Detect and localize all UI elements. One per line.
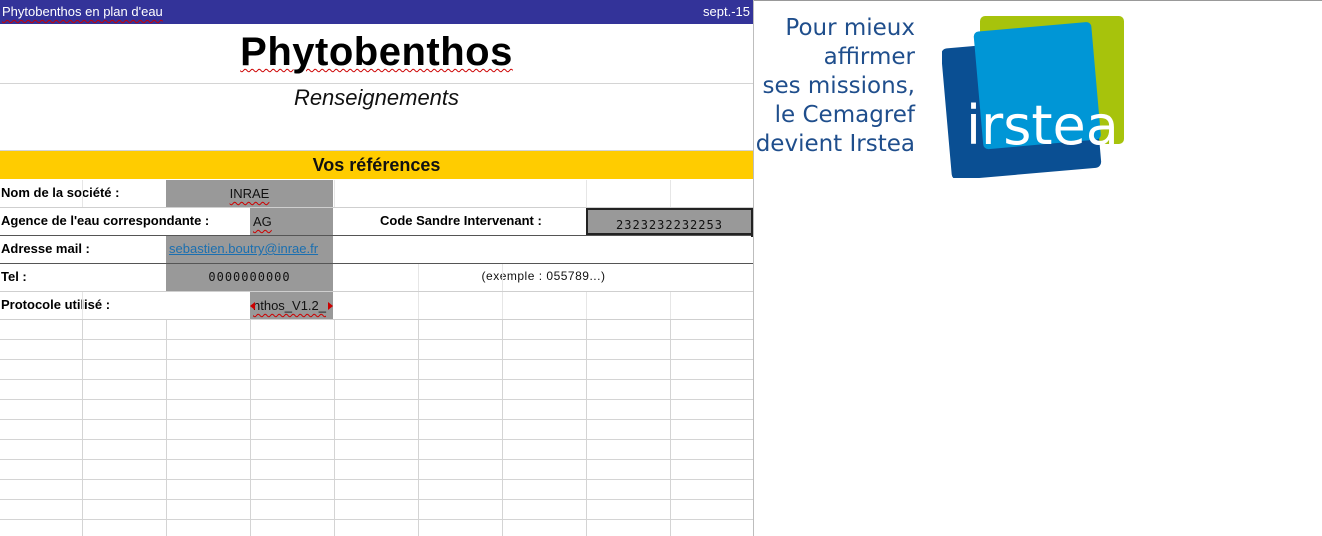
grid-col-line [502, 264, 503, 291]
overflow-left-icon [250, 302, 255, 310]
page-title[interactable]: Phytobenthos [0, 30, 753, 75]
grid-col-line [250, 320, 251, 536]
spreadsheet: Phytobenthos en plan d'eau sept.-15 Phyt… [0, 0, 754, 536]
grid-row-line [0, 419, 753, 420]
company-label: Nom de la société : [1, 185, 120, 200]
grid-col-line [82, 320, 83, 536]
grid-col-line [670, 292, 671, 319]
grid-col-line [418, 292, 419, 319]
grid-col-line [334, 320, 335, 536]
grid-col-line [586, 320, 587, 536]
sheet-header-title[interactable]: Phytobenthos en plan d'eau [2, 0, 163, 24]
slogan-line: Pour mieux [785, 15, 915, 41]
overflow-right-icon [328, 302, 333, 310]
grid-row-line [0, 339, 753, 340]
grid-col-line [502, 292, 503, 319]
grid-col-line [586, 180, 587, 207]
company-cell[interactable]: INRAE [166, 180, 333, 207]
irstea-logo: irstea [942, 16, 1124, 178]
sandre-label: Code Sandre Intervenant : [380, 213, 542, 228]
sheet-header-bar: Phytobenthos en plan d'eau sept.-15 [0, 0, 753, 24]
row-divider [0, 319, 753, 320]
email-cell[interactable]: sebastien.boutry@inrae.fr [166, 236, 333, 263]
row-divider [0, 235, 753, 236]
row-divider [0, 263, 753, 264]
slogan: Pour mieux affirmer ses missions, le Cem… [756, 14, 915, 159]
agency-cell[interactable]: AG [250, 208, 333, 235]
email-label: Adresse mail : [1, 241, 90, 256]
grid-col-line [82, 292, 83, 319]
grid-col-line [418, 264, 419, 291]
grid-row-line [0, 519, 753, 520]
grid-row-line [0, 379, 753, 380]
grid-row-line [0, 479, 753, 480]
tel-label: Tel : [1, 269, 27, 284]
grid-col-line [586, 292, 587, 319]
top-border-line [754, 0, 1322, 1]
grid-row-line [0, 459, 753, 460]
sandre-cell[interactable]: 2323232232253 [586, 208, 753, 235]
sheet-edge [753, 0, 754, 536]
agency-value: AG [253, 214, 272, 229]
grid-col-line [670, 320, 671, 536]
grid-row-line [0, 399, 753, 400]
company-value: INRAE [229, 186, 270, 201]
grid-col-line [502, 320, 503, 536]
tel-cell[interactable]: 0000000000 [166, 264, 333, 291]
grid-row-line [0, 359, 753, 360]
grid-col-line [166, 320, 167, 536]
grid-col-line [670, 180, 671, 207]
grid-col-line [418, 320, 419, 536]
row-divider [0, 291, 753, 292]
slogan-line: devient Irstea [755, 131, 915, 157]
protocol-cell[interactable]: nthos_V1.2_ [250, 292, 333, 319]
grid-col-line [334, 180, 335, 207]
grid-col-line [82, 180, 83, 207]
logo-text: irstea [966, 94, 1119, 157]
tel-hint: (exemple : 055789...) [481, 269, 606, 283]
email-link[interactable]: sebastien.boutry@inrae.fr [169, 241, 318, 256]
slogan-line: affirmer [823, 44, 915, 70]
page-subtitle[interactable]: Renseignements [0, 85, 753, 111]
slogan-line: ses missions, [762, 73, 915, 99]
grid-row-line [0, 499, 753, 500]
grid-row-line [0, 439, 753, 440]
gridline [0, 83, 753, 84]
section-header[interactable]: Vos références [0, 151, 753, 179]
sheet-header-date[interactable]: sept.-15 [703, 0, 750, 24]
protocol-label: Protocole utilisé : [1, 297, 111, 312]
agency-label: Agence de l'eau correspondante : [1, 213, 210, 228]
protocol-value: nthos_V1.2_ [253, 298, 327, 313]
slogan-line: le Cemagref [774, 102, 915, 128]
